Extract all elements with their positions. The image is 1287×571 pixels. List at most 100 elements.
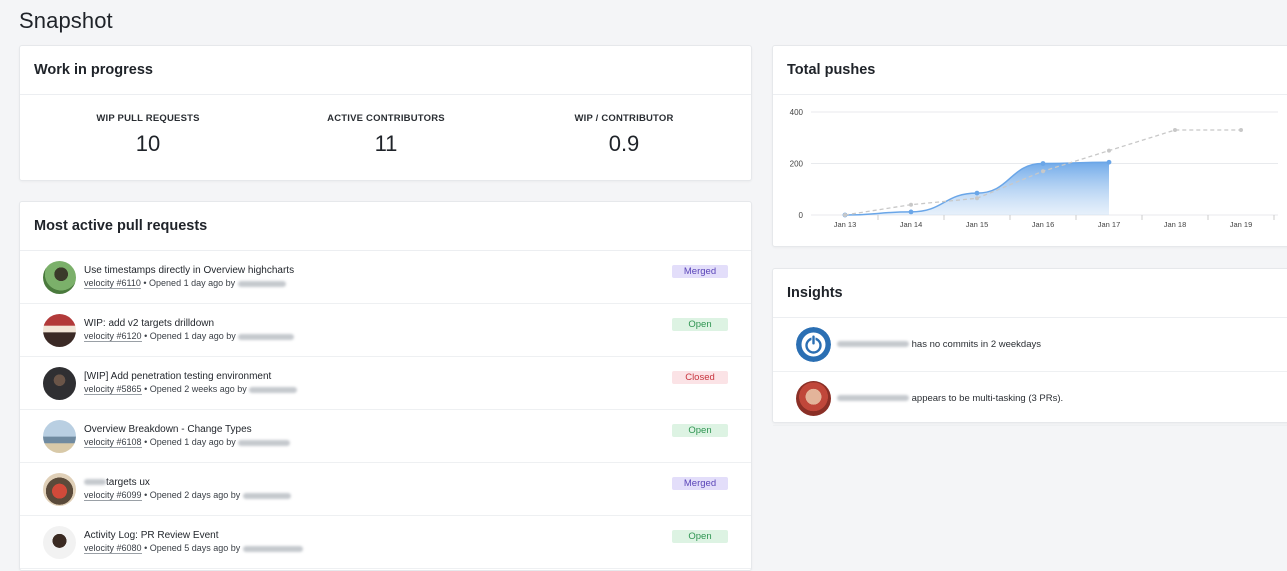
wip-stats: WIP PULL REQUESTS 10 ACTIVE CONTRIBUTORS… [20,95,751,181]
card-title: Insights [773,269,1287,318]
series-point-current [974,190,980,196]
pr-ref-link[interactable]: velocity #6120 [84,331,142,342]
insight-text: has no commits in 2 weekdays [837,339,1041,350]
stat-value: 11 [374,131,398,156]
pr-ref-link[interactable]: velocity #6099 [84,490,142,501]
y-tick-label: 0 [799,211,804,220]
card-title: Work in progress [20,46,751,95]
author-name-redacted [242,492,291,499]
pr-meta: velocity #6120 • Opened 1 day ago by [84,331,295,342]
y-tick-label: 200 [790,160,804,169]
status-badge: Open [672,424,728,437]
pr-meta: velocity #6110 • Opened 1 day ago by [84,278,286,289]
series-point-previous [1173,128,1177,133]
series-point-previous [1041,169,1045,174]
most-active-pull-requests-card: Most active pull requests Use timestamps… [19,201,752,571]
pr-meta: velocity #6080 • Opened 5 days ago by [84,543,303,554]
status-badge: Closed [672,371,728,384]
avatar [43,473,76,506]
pr-row[interactable]: Activity Log: PR Review Event velocity #… [20,516,751,569]
avatar [796,327,831,362]
series-point-previous [975,196,979,201]
pr-opened-text: • Opened 1 day ago by [144,331,236,341]
author-name-redacted [237,280,286,287]
status-badge: Merged [672,477,728,490]
author-name-redacted [242,545,303,552]
series-point-current [1040,161,1046,166]
author-name-redacted [238,439,291,446]
x-tick-label: Jan 16 [1032,220,1055,229]
stat-wip-pull-requests: WIP PULL REQUESTS 10 [38,113,258,157]
series-point-current [908,209,914,215]
series-area-current [845,162,1109,215]
x-tick-label: Jan 18 [1164,220,1187,229]
author-name-redacted [84,479,106,486]
pushes-chart: 0 200 400 Jan 13 Jan 14 Jan 15 Jan 16 Jan 17 Jan… [790,108,1278,229]
user-name-redacted [837,341,909,348]
pr-row[interactable]: [WIP] Add penetration testing environmen… [20,357,751,410]
stat-label: WIP / CONTRIBUTOR [574,113,674,124]
pr-meta: velocity #6099 • Opened 2 days ago by [84,490,291,501]
pr-title[interactable]: Activity Log: PR Review Event [84,530,219,541]
avatar [796,381,831,416]
total-pushes-card: Total pushes 0 200 400 Jan 13 Jan 14 Jan 15 Ja… [772,45,1287,247]
pr-title[interactable]: targets ux [84,477,150,488]
series-point-previous [1107,148,1111,153]
stat-label: WIP PULL REQUESTS [96,113,200,124]
insight-row[interactable]: appears to be multi-tasking (3 PRs). [773,372,1287,426]
pr-opened-text: • Opened 2 days ago by [144,490,241,500]
insights-card: Insights has no commits in 2 weekdays ap… [772,268,1287,426]
user-name-redacted [837,395,909,402]
avatar [43,367,76,400]
pr-title[interactable]: Overview Breakdown - Change Types [84,424,252,435]
stat-active-contributors: ACTIVE CONTRIBUTORS 11 [276,113,496,157]
stat-value: 0.9 [608,131,640,156]
x-tick-label: Jan 14 [900,220,923,229]
pr-opened-text: • Opened 2 weeks ago by [144,384,247,394]
pr-title-text: targets ux [106,477,150,488]
author-name-redacted [238,333,295,340]
pr-opened-text: • Opened 5 days ago by [144,543,241,553]
pr-title[interactable]: [WIP] Add penetration testing environmen… [84,371,271,382]
pr-ref-link[interactable]: velocity #6080 [84,543,142,554]
pr-opened-text: • Opened 1 day ago by [144,437,236,447]
series-point-previous [1239,128,1243,133]
insight-row[interactable]: has no commits in 2 weekdays [773,318,1287,372]
pr-meta: velocity #5865 • Opened 2 weeks ago by [84,384,298,395]
series-point-current [1106,159,1112,165]
x-tick-label: Jan 13 [834,220,857,229]
author-name-redacted [249,386,298,393]
y-tick-label: 400 [790,108,804,117]
pr-row[interactable]: WIP: add v2 targets drilldown velocity #… [20,304,751,357]
stat-value: 10 [135,131,161,156]
insight-message: has no commits in 2 weekdays [911,339,1042,350]
pr-title[interactable]: Use timestamps directly in Overview high… [84,265,294,276]
status-badge: Open [672,530,728,543]
status-badge: Open [672,318,728,331]
x-tick-label: Jan 19 [1230,220,1253,229]
pr-ref-link[interactable]: velocity #5865 [84,384,142,395]
series-point-previous [843,213,847,217]
pr-meta: velocity #6108 • Opened 1 day ago by [84,437,291,448]
card-title: Total pushes [773,46,1287,95]
status-badge: Merged [672,265,728,278]
page-title: Snapshot [19,8,113,33]
pr-ref-link[interactable]: velocity #6110 [84,278,141,289]
stat-label: ACTIVE CONTRIBUTORS [327,113,445,124]
pr-opened-text: • Opened 1 day ago by [143,278,236,288]
avatar [43,261,76,294]
pr-row[interactable]: Use timestamps directly in Overview high… [20,251,751,304]
series-point-previous [909,202,913,207]
pr-row[interactable]: Overview Breakdown - Change Types veloci… [20,410,751,463]
card-title: Most active pull requests [20,202,751,251]
avatar [43,420,76,453]
x-tick-label: Jan 15 [966,220,989,229]
stat-wip-per-contributor: WIP / CONTRIBUTOR 0.9 [514,113,734,157]
work-in-progress-card: Work in progress WIP PULL REQUESTS 10 AC… [19,45,752,181]
pr-ref-link[interactable]: velocity #6108 [84,437,142,448]
insight-text: appears to be multi-tasking (3 PRs). [837,393,1063,404]
pr-row[interactable]: targets ux velocity #6099 • Opened 2 day… [20,463,751,516]
pr-title[interactable]: WIP: add v2 targets drilldown [84,318,214,329]
x-tick-label: Jan 17 [1098,220,1121,229]
avatar [43,314,76,347]
